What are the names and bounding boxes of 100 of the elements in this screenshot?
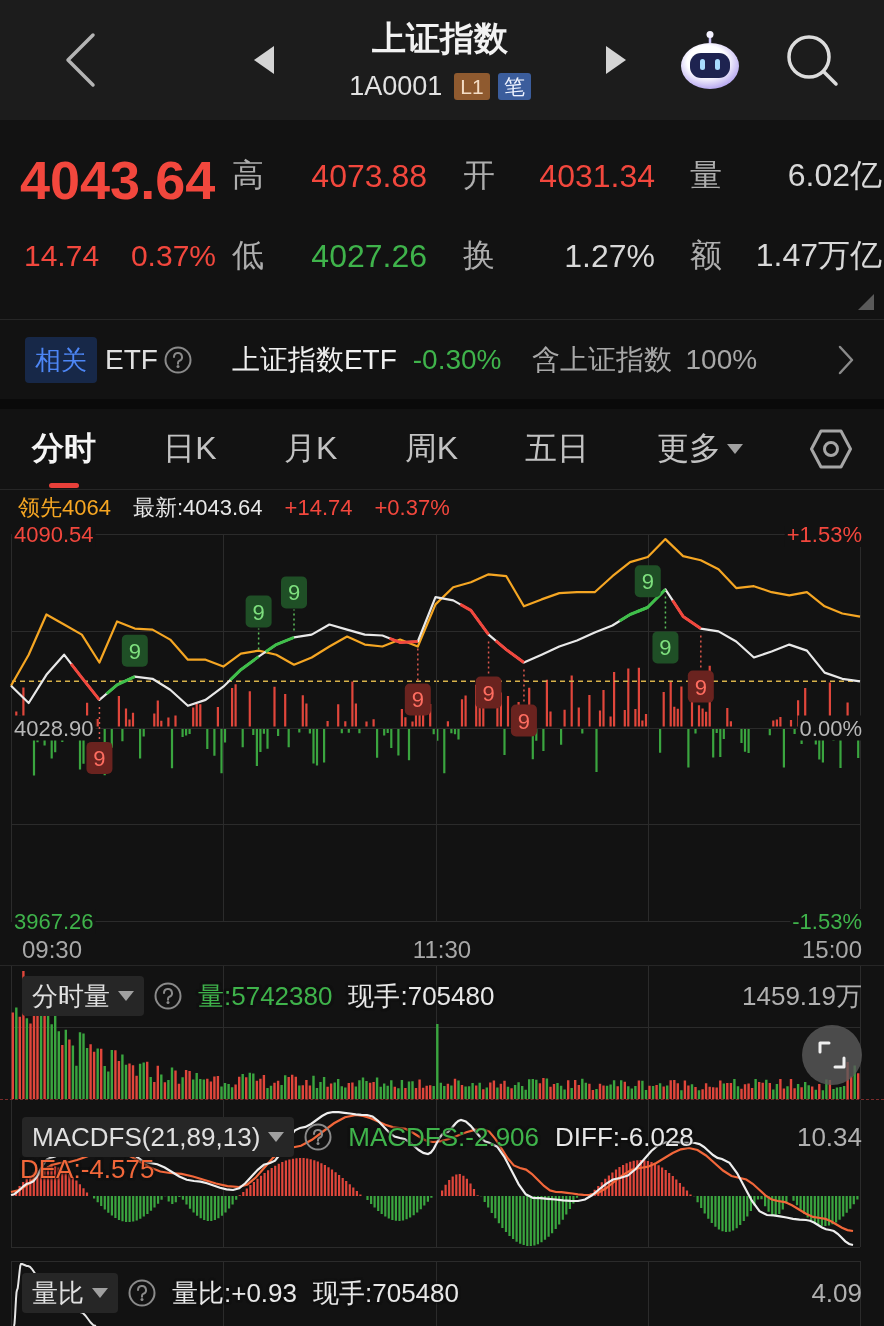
help-icon[interactable] <box>154 982 182 1010</box>
stat-value: 1.27% <box>564 237 655 275</box>
period-tab[interactable]: 五日 <box>525 409 590 489</box>
trend-segment <box>229 655 260 681</box>
indicator-reading: 现手:705480 <box>348 979 495 1013</box>
stock-title: 上证指数 <box>372 18 508 58</box>
trend-segment <box>69 662 101 701</box>
time-label: 11:30 <box>412 935 472 964</box>
scale-max-label: 10.34 <box>796 1121 862 1153</box>
annotation: 9 <box>517 708 531 734</box>
chevron-right-icon[interactable] <box>838 344 854 375</box>
scale-max-label: 4.09 <box>811 1277 862 1309</box>
help-icon[interactable] <box>163 345 192 374</box>
last-price: 4043.64 <box>20 150 217 210</box>
etf-label: ETF <box>105 343 158 376</box>
signal-marker: 9 <box>281 576 307 609</box>
indicator-dropdown[interactable]: 量比 <box>22 1273 118 1313</box>
lead-index-reading: 领先4064 <box>18 494 111 522</box>
caret-down-icon <box>268 1132 285 1142</box>
expand-button[interactable] <box>802 1025 862 1085</box>
change-percent: 0.37% <box>130 239 216 273</box>
price-change: 14.74 <box>24 239 100 273</box>
annotation: 9 <box>93 745 106 771</box>
expand-icon <box>818 1041 846 1069</box>
indicator-reading: 量比:+0.93 <box>172 1276 297 1310</box>
level-badge: L1 <box>454 72 490 100</box>
more-menu-tab[interactable]: 更多 <box>656 409 743 489</box>
stock-code: 1A0001 <box>349 70 443 102</box>
annotation: 9 <box>694 674 707 700</box>
signal-marker: 9 <box>687 670 714 703</box>
indicator-reading: DIFF:-6.028 <box>555 1121 694 1153</box>
percent-label: -1.53% <box>792 909 862 934</box>
leader-line <box>293 608 295 632</box>
trend-segment <box>671 599 702 630</box>
annotation: 9 <box>287 580 301 606</box>
trend-segment <box>459 603 490 636</box>
fund-change: -0.30% <box>412 343 502 376</box>
stat-value: 4027.26 <box>311 237 427 275</box>
axis-label: 3967.26 <box>14 909 94 934</box>
change-reading: +14.74 <box>284 495 353 521</box>
help-icon[interactable] <box>128 1279 156 1307</box>
period-tab[interactable]: 月K <box>284 409 338 489</box>
search-icon[interactable] <box>785 33 839 87</box>
signal-marker: 9 <box>475 676 502 709</box>
latest-price-reading: 最新:4043.64 <box>132 494 263 522</box>
trend-segment <box>636 588 667 613</box>
signal-marker: 9 <box>634 565 661 598</box>
fund-name-link[interactable]: 上证指数ETF <box>231 340 397 379</box>
annotation: 9 <box>482 680 495 706</box>
expand-corner-icon[interactable] <box>858 294 874 310</box>
indicator-dropdown[interactable]: MACDFS(21,89,13) <box>22 1117 295 1157</box>
related-tag: 相关 <box>25 336 97 383</box>
signal-marker: 9 <box>404 683 431 716</box>
indicator-dropdown[interactable]: 分时量 <box>22 976 144 1016</box>
stat-label: 量 <box>690 156 722 195</box>
stat-label: 换 <box>463 236 495 275</box>
signal-marker: 9 <box>510 704 537 737</box>
scale-max-label: 1459.19万 <box>742 979 862 1013</box>
stat-label: 高 <box>232 156 264 195</box>
period-tab[interactable]: 周K <box>404 409 458 489</box>
signal-marker: 9 <box>652 631 679 664</box>
robot-icon[interactable] <box>678 30 742 90</box>
annotation: 9 <box>641 569 654 595</box>
time-label: 15:00 <box>801 935 862 964</box>
leader-line <box>98 706 101 742</box>
period-tab[interactable]: 日K <box>163 409 217 489</box>
stat-value: 1.47万亿 <box>755 236 882 275</box>
trend-segment <box>105 675 136 695</box>
signal-marker: 9 <box>121 634 148 667</box>
stat-label: 额 <box>690 236 722 275</box>
help-icon[interactable] <box>304 1123 333 1151</box>
indicator-reading: 现手:705480 <box>313 1276 459 1310</box>
annotation: 9 <box>659 635 672 661</box>
caret-down-icon <box>118 991 134 1001</box>
change-reading: +0.37% <box>374 495 450 521</box>
period-tab[interactable]: 分时 <box>32 409 96 489</box>
holding-value: 100% <box>685 343 758 376</box>
trend-segment <box>264 636 295 654</box>
caret-left-icon[interactable] <box>254 46 274 74</box>
trend-segment <box>388 636 418 644</box>
stat-value: 4031.34 <box>539 157 655 195</box>
holding-label: 含上证指数 <box>531 342 672 377</box>
indicator-reading: 量:5742380 <box>198 979 333 1013</box>
caret-right-icon[interactable] <box>606 46 626 74</box>
leader-line <box>523 668 525 705</box>
stat-label: 开 <box>463 156 495 195</box>
annotation: 9 <box>128 638 141 664</box>
signal-marker: 9 <box>86 741 113 774</box>
percent-label: +1.53% <box>786 526 862 547</box>
leader-line <box>700 634 702 671</box>
annotation: 9 <box>252 599 265 625</box>
settings-icon[interactable] <box>810 429 852 469</box>
signal-marker: 9 <box>245 595 272 628</box>
stat-value: 4073.88 <box>311 157 427 195</box>
annotation: 9 <box>411 687 424 713</box>
trend-segment <box>494 639 525 664</box>
tick-data-badge: 笔 <box>497 72 531 100</box>
stat-value: 6.02亿 <box>787 156 882 195</box>
caret-down-icon <box>92 1288 108 1298</box>
percent-label: 0.00% <box>799 715 862 741</box>
